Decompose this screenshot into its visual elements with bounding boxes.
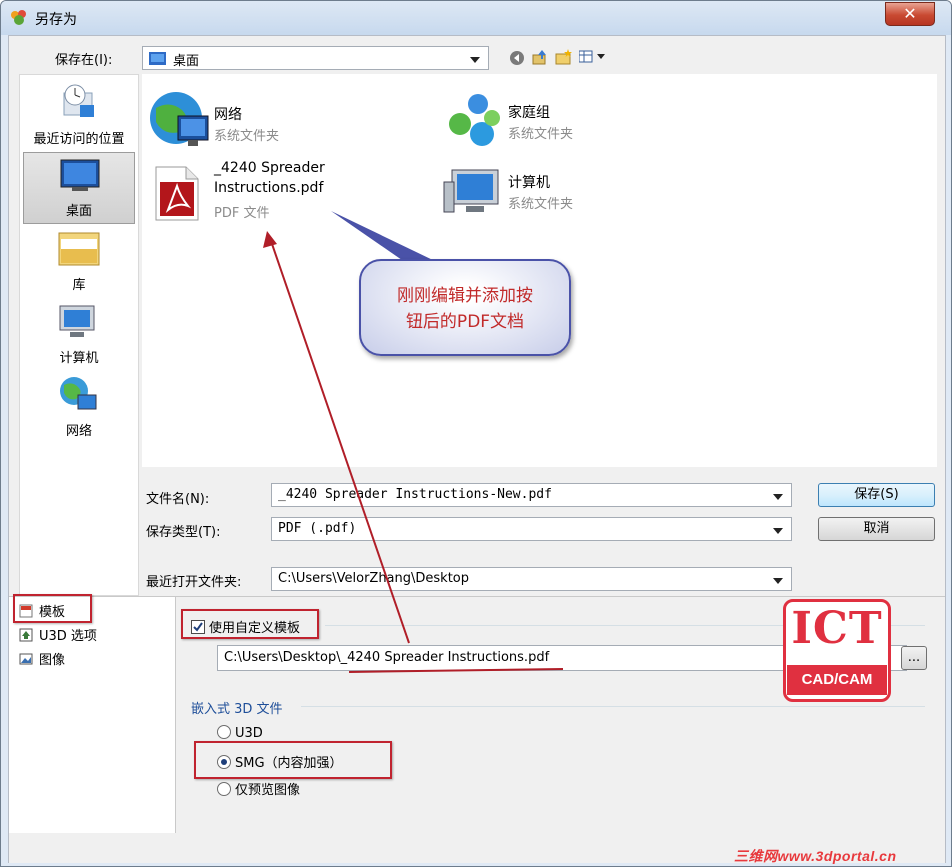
save-as-dialog: 另存为 ✕ 保存在(I): 桌面 最近访问的位置 桌面 库 计算机 网络 网络 … <box>0 0 952 867</box>
annotation-callout: 刚刚编辑并添加按 钮后的PDF文档 <box>359 259 571 356</box>
logo-big-text: ICT <box>791 603 883 654</box>
annotation-arrows <box>263 211 564 673</box>
logo-small-text: CAD/CAM <box>787 665 887 695</box>
arrowhead-icon <box>263 231 277 248</box>
watermark: 三维网www.3dportal.cn <box>734 848 897 864</box>
ict-logo: ICT CAD/CAM <box>783 599 893 704</box>
callout-line1: 刚刚编辑并添加按 <box>397 286 533 306</box>
path-underline <box>348 668 564 673</box>
callout-line2: 钮后的PDF文档 <box>405 312 525 332</box>
